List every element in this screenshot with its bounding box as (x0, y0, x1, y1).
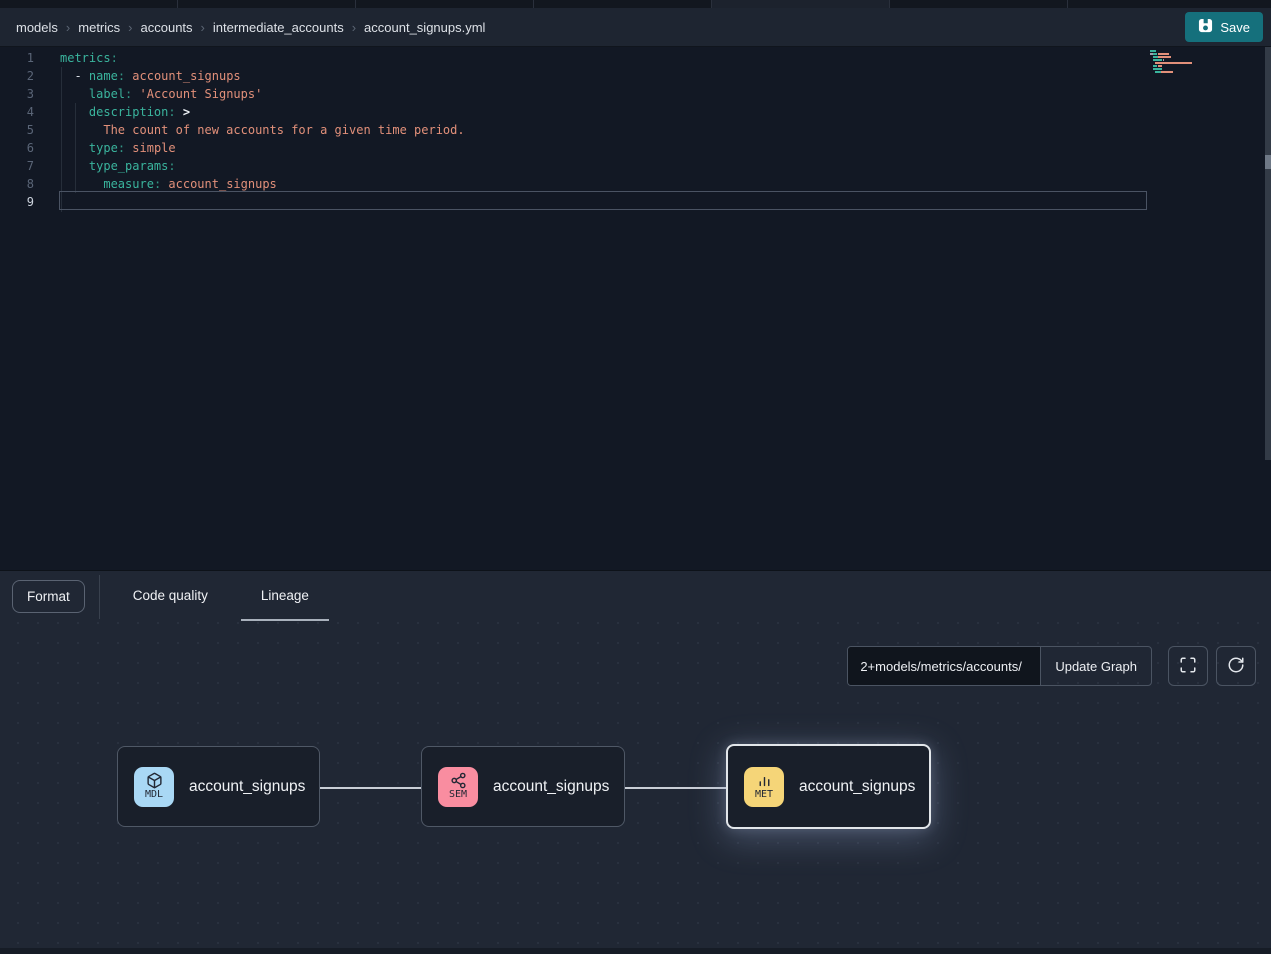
code-line: 6 type: simple (0, 139, 1271, 157)
chevron-right-icon: › (66, 20, 70, 35)
lineage-filter-group: Update Graph (847, 646, 1152, 686)
bar-chart-icon (756, 772, 773, 789)
breadcrumb-item: metrics (78, 20, 120, 35)
refresh-graph-button[interactable] (1216, 646, 1256, 686)
code-editor[interactable]: 1metrics:2 - name: account_signups3 labe… (0, 47, 1271, 570)
node-label: account_signups (493, 778, 609, 796)
code-line: 2 - name: account_signups (0, 67, 1271, 85)
save-button-label: Save (1220, 20, 1250, 35)
chevron-right-icon: › (128, 20, 132, 35)
cube-icon (146, 772, 163, 789)
refresh-icon (1227, 656, 1245, 677)
lineage-edge (625, 787, 727, 789)
tab-code-quality[interactable]: Code quality (113, 571, 228, 621)
minimap[interactable] (1150, 50, 1214, 74)
file-tab[interactable] (0, 0, 178, 8)
minimap-line (1150, 56, 1214, 58)
breadcrumb-item: intermediate_accounts (213, 20, 344, 35)
lineage-filter-input[interactable] (848, 647, 1040, 685)
tab-label: Lineage (261, 588, 309, 603)
file-header-bar: models › metrics › accounts › intermediate_acc… (0, 8, 1271, 47)
minimap-line (1150, 65, 1214, 67)
expand-icon (1179, 656, 1197, 677)
line-number: 8 (0, 175, 34, 193)
lineage-node-semantic-model[interactable]: SEM account_signups (421, 746, 625, 827)
scrollbar-thumb[interactable] (1265, 155, 1271, 169)
line-number: 4 (0, 103, 34, 121)
ide-screen: models › metrics › accounts › intermediate_acc… (0, 0, 1271, 954)
editor-scrollbar[interactable] (1265, 47, 1271, 460)
lineage-edge (320, 787, 421, 789)
model-badge: MDL (134, 767, 174, 807)
bottom-panel: Format Code quality Lineage Update Graph (0, 570, 1271, 954)
file-tab[interactable] (356, 0, 534, 8)
code-line: 3 label: 'Account Signups' (0, 85, 1271, 103)
code-line: 7 type_params: (0, 157, 1271, 175)
node-label: account_signups (189, 778, 305, 796)
breadcrumb-item: models (16, 20, 58, 35)
line-number: 7 (0, 157, 34, 175)
minimap-line (1150, 68, 1214, 70)
breadcrumb-item: accounts (141, 20, 193, 35)
minimap-line (1150, 50, 1214, 52)
file-tab[interactable] (1068, 0, 1271, 8)
tabbar-divider (99, 575, 100, 619)
code-content[interactable]: 1metrics:2 - name: account_signups3 labe… (0, 47, 1271, 211)
line-number: 2 (0, 67, 34, 85)
current-line-highlight (59, 191, 1147, 210)
file-tab[interactable] (534, 0, 712, 8)
file-tab[interactable] (712, 0, 890, 8)
badge-label: MET (755, 789, 773, 801)
network-icon (450, 772, 467, 789)
save-button[interactable]: Save (1185, 12, 1263, 42)
breadcrumb-item: account_signups.yml (364, 20, 485, 35)
minimap-line (1150, 71, 1214, 73)
lineage-controls: Update Graph (847, 646, 1256, 686)
file-tab[interactable] (178, 0, 356, 8)
badge-label: SEM (449, 789, 467, 801)
tab-label: Code quality (133, 588, 208, 603)
breadcrumb: models › metrics › accounts › intermediate_acc… (16, 20, 485, 35)
line-number: 1 (0, 49, 34, 67)
line-number: 3 (0, 85, 34, 103)
badge-label: MDL (145, 789, 163, 801)
node-label: account_signups (799, 778, 915, 796)
panel-tab-bar: Format Code quality Lineage (0, 571, 1271, 621)
minimap-line (1150, 62, 1214, 64)
chevron-right-icon: › (201, 20, 205, 35)
line-number: 5 (0, 121, 34, 139)
editor-tab-strip (0, 0, 1271, 8)
line-number: 6 (0, 139, 34, 157)
code-line: 5 The count of new accounts for a given … (0, 121, 1271, 139)
panel-bottom-strip (0, 948, 1271, 954)
update-graph-button[interactable]: Update Graph (1040, 647, 1151, 685)
format-button[interactable]: Format (12, 580, 85, 613)
minimap-line (1150, 59, 1214, 61)
minimap-line (1150, 53, 1214, 55)
indent-guide (75, 103, 76, 193)
fullscreen-button[interactable] (1168, 646, 1208, 686)
code-line: 4 description: > (0, 103, 1271, 121)
line-number: 9 (0, 193, 34, 211)
save-disk-icon (1198, 18, 1213, 36)
lineage-canvas[interactable]: Update Graph (0, 621, 1271, 948)
lineage-node-metric-selected[interactable]: MET account_signups (726, 744, 931, 829)
lineage-node-model[interactable]: MDL account_signups (117, 746, 320, 827)
metric-badge: MET (744, 767, 784, 807)
file-tab[interactable] (890, 0, 1068, 8)
code-line: 1metrics: (0, 49, 1271, 67)
semantic-model-badge: SEM (438, 767, 478, 807)
chevron-right-icon: › (352, 20, 356, 35)
tab-lineage[interactable]: Lineage (241, 571, 329, 621)
